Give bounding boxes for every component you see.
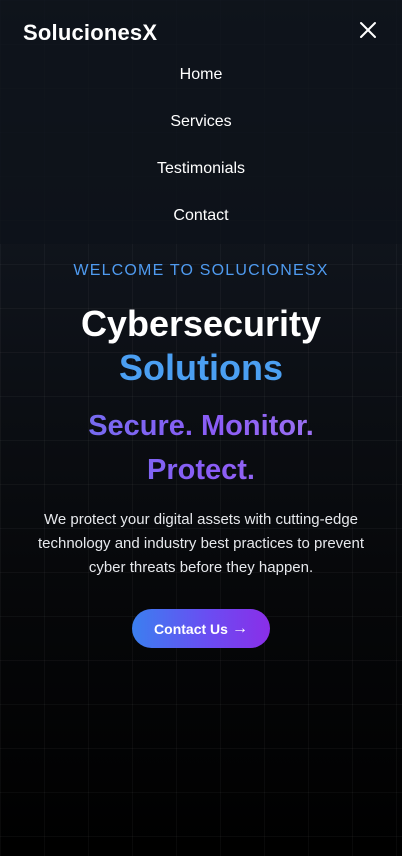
contact-us-label: Contact Us (154, 620, 228, 637)
close-icon (360, 22, 376, 38)
hero-tagline: Secure. Monitor. Protect. (40, 404, 362, 492)
nav-link-services[interactable]: Services (170, 105, 231, 139)
nav-item-services: Services (0, 105, 402, 152)
brand-logo[interactable]: SolucionesX (23, 20, 157, 46)
nav-menu: Home Services Testimonials Contact (0, 58, 402, 246)
hero-title-line2: Solutions (119, 347, 283, 388)
contact-us-button[interactable]: Contact Us → (132, 609, 270, 648)
close-menu-button[interactable] (358, 20, 378, 40)
mobile-nav-panel: SolucionesX Home Services Testimonials C… (0, 0, 402, 244)
nav-link-testimonials[interactable]: Testimonials (157, 152, 245, 186)
hero-description: We protect your digital assets with cutt… (37, 511, 365, 576)
nav-item-contact: Contact (0, 199, 402, 246)
hero-title: Cybersecurity Solutions (0, 302, 402, 390)
arrow-right-icon: → (231, 619, 248, 637)
hero-eyebrow: WELCOME TO SOLUCIONESX (73, 262, 329, 279)
hero-title-line1: Cybersecurity (80, 303, 322, 344)
nav-item-testimonials: Testimonials (0, 152, 402, 199)
nav-link-home[interactable]: Home (180, 58, 223, 92)
nav-item-home: Home (0, 58, 402, 105)
nav-link-contact[interactable]: Contact (173, 199, 228, 233)
